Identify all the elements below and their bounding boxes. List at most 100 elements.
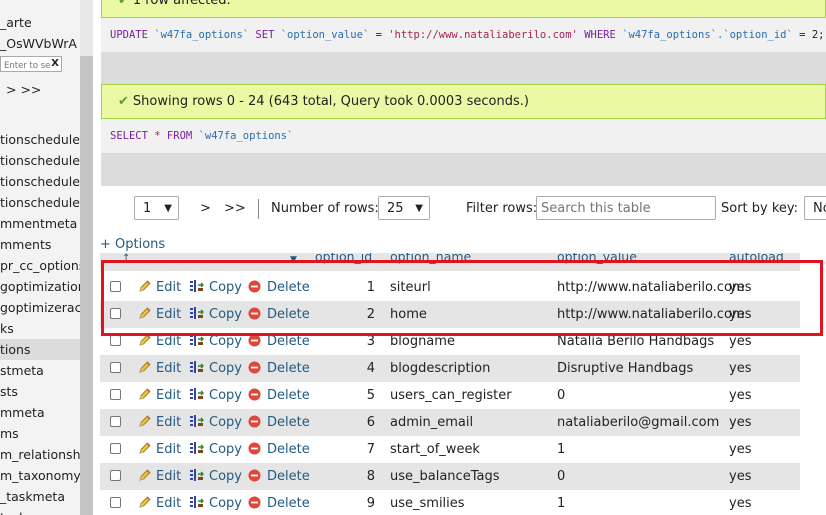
edit-button[interactable]: Edit [138, 274, 181, 301]
cell-option-value[interactable]: 0 [557, 382, 565, 409]
edit-button[interactable]: Edit [138, 409, 181, 436]
copy-button[interactable]: Copy [189, 274, 242, 301]
cell-autoload[interactable]: yes [729, 274, 751, 301]
cell-option-value[interactable]: nataliaberilo@gmail.com [557, 409, 719, 436]
database-name-line[interactable]: _OsWVbWrA [0, 36, 77, 51]
sidebar-item-table[interactable]: m_relationshi [0, 444, 80, 465]
cell-option-id[interactable]: 4 [350, 355, 375, 382]
row-checkbox[interactable] [110, 308, 121, 319]
sidebar-item-table[interactable]: ks [0, 318, 80, 339]
cell-option-id[interactable]: 3 [350, 328, 375, 355]
cell-option-value[interactable]: http://www.nataliaberilo.com [557, 274, 745, 301]
delete-button[interactable]: Delete [248, 328, 310, 355]
cell-autoload[interactable]: yes [729, 463, 751, 490]
sidebar-item-table[interactable]: tasks [0, 507, 80, 515]
edit-button[interactable]: Edit [138, 382, 181, 409]
delete-button[interactable]: Delete [248, 490, 310, 515]
last-page-button[interactable]: >> [224, 196, 246, 222]
sidebar-item-table[interactable]: m_taxonomy [0, 465, 80, 486]
sidebar-item-table[interactable]: tionscheduler [0, 129, 80, 150]
sidebar-item-table[interactable]: stmeta [0, 360, 80, 381]
row-checkbox[interactable] [110, 281, 121, 292]
row-checkbox[interactable] [110, 443, 121, 454]
delete-button[interactable]: Delete [248, 274, 310, 301]
cell-option-name[interactable]: blogname [390, 328, 455, 355]
delete-button[interactable]: Delete [248, 409, 310, 436]
sidebar-item-table[interactable]: tionscheduler [0, 171, 80, 192]
page-select[interactable]: 1 ▼ [134, 196, 179, 220]
cell-option-value[interactable]: http://www.nataliaberilo.com [557, 301, 745, 328]
cell-autoload[interactable]: yes [729, 328, 751, 355]
cell-option-value[interactable]: 0 [557, 463, 565, 490]
sidebar-item-table[interactable]: sts [0, 381, 80, 402]
row-checkbox[interactable] [110, 416, 121, 427]
sidebar-item-table[interactable]: tionscheduler [0, 150, 80, 171]
column-header-option-id[interactable]: option_id [315, 253, 372, 264]
delete-button[interactable]: Delete [248, 301, 310, 328]
sidebar-item-table[interactable]: mmentmeta [0, 213, 80, 234]
sidebar-item-table[interactable]: mmeta [0, 402, 80, 423]
options-link[interactable]: + Options [100, 237, 165, 252]
cell-option-value[interactable]: Disruptive Handbags [557, 355, 693, 382]
sort-arrow-icon[interactable]: ↑ [122, 253, 130, 264]
sidebar-item-table[interactable]: goptimization [0, 276, 80, 297]
cell-option-id[interactable]: 5 [350, 382, 375, 409]
sort-key-select[interactable]: No [804, 196, 826, 220]
copy-button[interactable]: Copy [189, 382, 242, 409]
copy-button[interactable]: Copy [189, 436, 242, 463]
cell-option-id[interactable]: 2 [350, 301, 375, 328]
cell-option-value[interactable]: Natalia Berilo Handbags [557, 328, 714, 355]
clear-filter-button[interactable]: X [51, 57, 59, 71]
edit-button[interactable]: Edit [138, 355, 181, 382]
cell-option-name[interactable]: use_smilies [390, 490, 465, 515]
delete-button[interactable]: Delete [248, 382, 310, 409]
chevron-down-icon[interactable]: ▼ [290, 255, 297, 265]
row-checkbox[interactable] [110, 497, 121, 508]
sidebar-pager[interactable]: > >> [6, 82, 41, 97]
cell-option-name[interactable]: siteurl [390, 274, 431, 301]
copy-button[interactable]: Copy [189, 328, 242, 355]
cell-option-value[interactable]: 1 [557, 436, 565, 463]
column-header-autoload[interactable]: autoload [729, 253, 784, 264]
table-filter-input[interactable] [1, 59, 50, 71]
copy-button[interactable]: Copy [189, 355, 242, 382]
row-checkbox[interactable] [110, 335, 121, 346]
cell-option-id[interactable]: 7 [350, 436, 375, 463]
table-filter-box[interactable]: X [0, 56, 62, 72]
row-checkbox[interactable] [110, 470, 121, 481]
edit-button[interactable]: Edit [138, 328, 181, 355]
cell-option-id[interactable]: 6 [350, 409, 375, 436]
edit-button[interactable]: Edit [138, 436, 181, 463]
sidebar-scrollbar[interactable] [80, 0, 93, 515]
copy-button[interactable]: Copy [189, 301, 242, 328]
database-name-line[interactable]: _arte [0, 15, 32, 30]
delete-button[interactable]: Delete [248, 355, 310, 382]
copy-button[interactable]: Copy [189, 463, 242, 490]
cell-autoload[interactable]: yes [729, 301, 751, 328]
cell-option-name[interactable]: users_can_register [390, 382, 512, 409]
row-checkbox[interactable] [110, 362, 121, 373]
sidebar-item-table[interactable]: ms [0, 423, 80, 444]
cell-option-name[interactable]: use_balanceTags [390, 463, 499, 490]
cell-option-name[interactable]: admin_email [390, 409, 473, 436]
row-checkbox[interactable] [110, 389, 121, 400]
cell-option-name[interactable]: home [390, 301, 427, 328]
rows-per-page-select[interactable]: 25 ▼ [378, 196, 430, 220]
sidebar-item-table[interactable]: goptimizeract [0, 297, 80, 318]
cell-option-id[interactable]: 8 [350, 463, 375, 490]
column-header-option-value[interactable]: option_value [557, 253, 637, 264]
cell-autoload[interactable]: yes [729, 409, 751, 436]
edit-button[interactable]: Edit [138, 463, 181, 490]
sidebar-item-table[interactable]: pr_cc_options [0, 255, 80, 276]
cell-autoload[interactable]: yes [729, 355, 751, 382]
cell-option-id[interactable]: 9 [350, 490, 375, 515]
cell-autoload[interactable]: yes [729, 490, 751, 515]
copy-button[interactable]: Copy [189, 409, 242, 436]
sidebar-item-table[interactable]: tionscheduler [0, 192, 80, 213]
edit-button[interactable]: Edit [138, 301, 181, 328]
next-page-button[interactable]: > [200, 196, 211, 222]
cell-autoload[interactable]: yes [729, 382, 751, 409]
sidebar-item-table[interactable]: _taskmeta [0, 486, 80, 507]
sidebar-item-table[interactable]: mments [0, 234, 80, 255]
cell-option-name[interactable]: start_of_week [390, 436, 480, 463]
